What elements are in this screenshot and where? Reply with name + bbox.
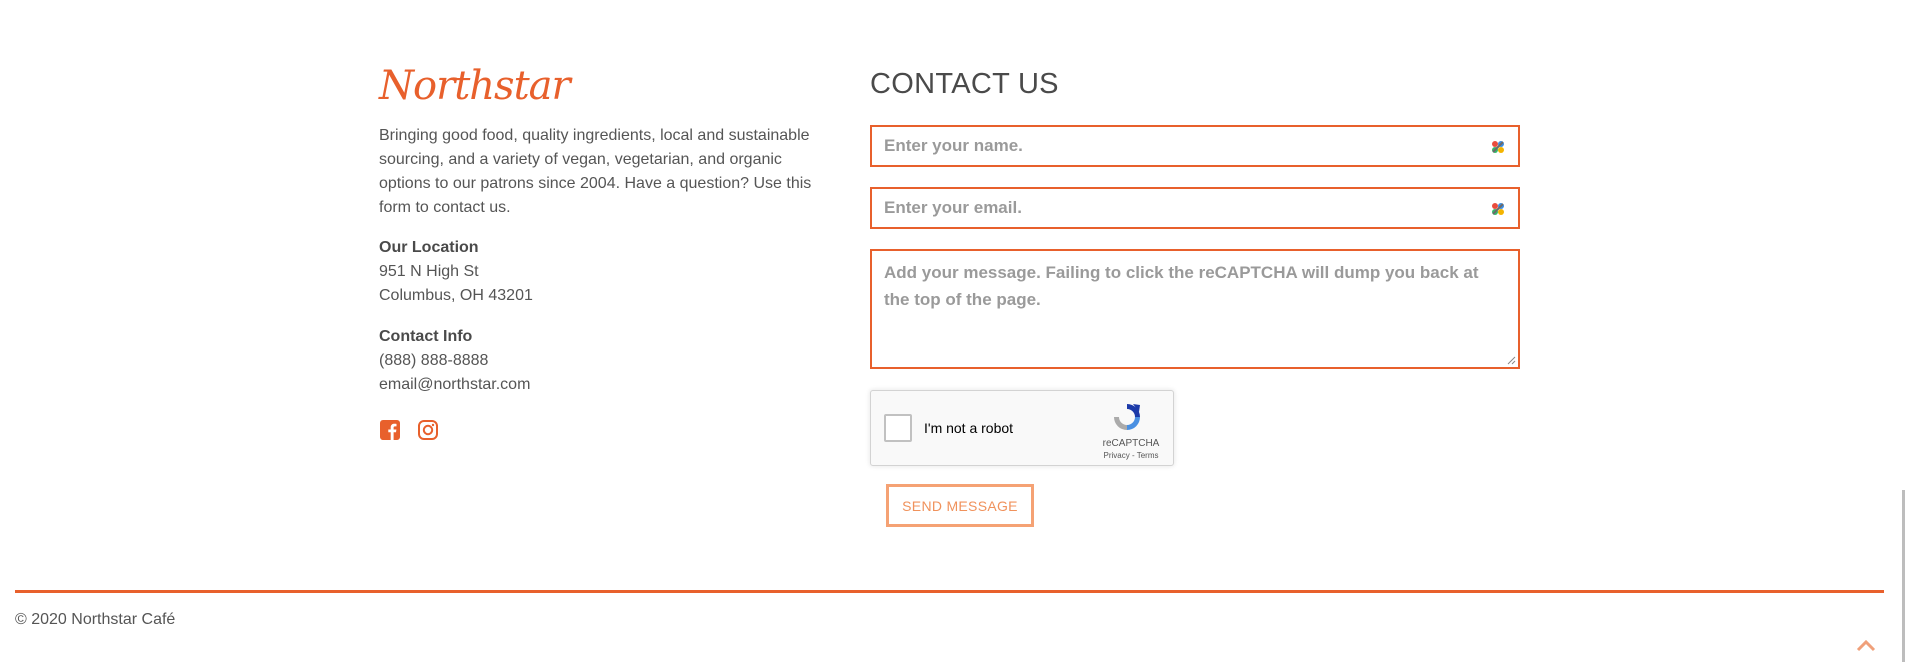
autofill-icon[interactable] xyxy=(1490,139,1506,155)
message-textarea[interactable] xyxy=(872,251,1518,367)
footer-divider xyxy=(15,590,1884,593)
social-links xyxy=(379,419,439,441)
location-heading: Our Location xyxy=(379,239,479,256)
recaptcha-label: I'm not a robot xyxy=(924,420,1014,436)
message-field-wrapper xyxy=(870,249,1520,369)
contact-title: CONTACT US xyxy=(870,68,1059,100)
email-field-wrapper xyxy=(870,187,1520,229)
address-line-1: 951 N High St xyxy=(379,263,479,280)
email-address: email@northstar.com xyxy=(379,376,531,393)
contact-info-block: Contact Info (888) 888-8888 email@norths… xyxy=(379,325,530,397)
resize-handle-icon[interactable] xyxy=(1506,355,1516,365)
send-message-button[interactable]: SEND MESSAGE xyxy=(886,484,1034,527)
recaptcha-terms-link[interactable]: Privacy - Terms xyxy=(1091,451,1171,460)
email-input[interactable] xyxy=(872,189,1518,227)
instagram-icon[interactable] xyxy=(417,419,439,441)
recaptcha-brand: reCAPTCHA xyxy=(1102,438,1160,449)
recaptcha-checkbox[interactable] xyxy=(884,414,912,442)
phone-number: (888) 888-8888 xyxy=(379,352,489,369)
location-block: Our Location 951 N High St Columbus, OH … xyxy=(379,236,533,308)
contact-info-heading: Contact Info xyxy=(379,328,473,345)
autofill-icon[interactable] xyxy=(1490,201,1506,217)
name-field-wrapper xyxy=(870,125,1520,167)
facebook-icon[interactable] xyxy=(379,419,401,441)
page: Northstar Bringing good food, quality in… xyxy=(0,0,1905,662)
address-line-2: Columbus, OH 43201 xyxy=(379,287,533,304)
chevron-up-icon[interactable] xyxy=(1856,638,1876,652)
intro-text: Bringing good food, quality ingredients,… xyxy=(379,127,812,216)
brand-logo[interactable]: Northstar xyxy=(379,62,571,110)
recaptcha-widget: I'm not a robot reCAPTCHA Privacy - Term… xyxy=(870,390,1174,466)
copyright-text: © 2020 Northstar Café xyxy=(15,611,176,628)
recaptcha-logo-icon xyxy=(1114,404,1140,430)
name-input[interactable] xyxy=(872,127,1518,165)
